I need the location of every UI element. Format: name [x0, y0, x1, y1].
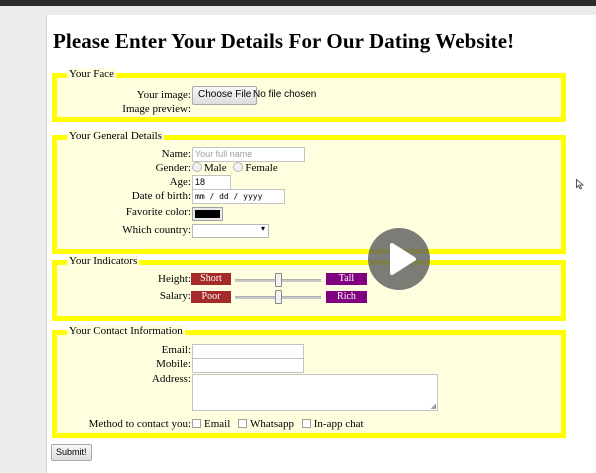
gender-female-label: Female — [245, 162, 278, 174]
address-textarea[interactable]: ◢ — [192, 374, 438, 411]
image-preview-label: Image preview: — [122, 103, 191, 115]
legend-general-details: Your General Details — [67, 130, 164, 143]
method-whatsapp-label: Whatsapp — [250, 418, 295, 430]
method-email-label: Email — [204, 418, 231, 430]
salary-slider-thumb[interactable] — [274, 290, 282, 304]
name-input[interactable]: Your full name — [192, 147, 305, 162]
country-label: Which country: — [122, 224, 191, 236]
height-slider-thumb[interactable] — [274, 273, 282, 287]
salary-label: Salary: — [159, 290, 191, 302]
favorite-color-picker[interactable] — [192, 207, 223, 221]
name-label: Name: — [161, 148, 191, 160]
name-placeholder: Your full name — [195, 149, 253, 159]
mobile-input[interactable] — [192, 358, 304, 373]
method-whatsapp-checkbox[interactable] — [238, 419, 248, 428]
gender-male-radio[interactable] — [192, 162, 202, 172]
favorite-color-swatch — [195, 210, 220, 218]
play-icon — [390, 243, 416, 275]
page-title: Please Enter Your Details For Our Dating… — [53, 29, 515, 53]
salary-poor-tag: Poor — [191, 291, 231, 303]
email-input[interactable] — [192, 344, 304, 359]
salary-rich-tag: Rich — [326, 291, 367, 303]
fieldset-your-face: Your Face Your image: Choose File No fil… — [52, 68, 566, 122]
choose-file-button[interactable]: Choose File — [192, 86, 258, 105]
contact-method-group: Email Whatsapp In-app chat — [192, 418, 364, 431]
page-content: Please Enter Your Details For Our Dating… — [46, 15, 596, 473]
email-label: Email: — [161, 344, 191, 356]
chevron-down-icon: ▾ — [260, 224, 265, 233]
method-email-checkbox[interactable] — [192, 419, 201, 428]
fieldset-contact-info: Your Contact Information Email: Mobile: … — [52, 325, 566, 438]
favorite-color-label: Favorite color: — [125, 206, 191, 218]
method-inapp-checkbox[interactable] — [301, 419, 311, 428]
height-tall-tag: Tall — [326, 273, 367, 285]
dob-input[interactable]: mm / dd / yyyy — [192, 189, 285, 204]
window-top-bar — [0, 0, 596, 6]
mouse-cursor-icon — [576, 179, 584, 190]
height-short-tag: Short — [191, 273, 231, 285]
fieldset-general-details: Your General Details Name: Your full nam… — [52, 130, 566, 254]
age-input[interactable]: 18 — [192, 175, 231, 190]
mobile-label: Mobile: — [156, 358, 191, 370]
image-label: Your image: — [136, 89, 191, 101]
play-button[interactable] — [368, 228, 430, 290]
age-label: Age: — [169, 176, 191, 188]
dob-label: Date of birth: — [131, 190, 191, 202]
method-inapp-label: In-app chat — [313, 418, 364, 430]
gender-label: Gender: — [155, 162, 191, 174]
country-select[interactable]: ▾ — [192, 224, 269, 238]
fieldset-indicators: Your Indicators Height: Short Tall Salar… — [52, 255, 566, 321]
legend-contact-info: Your Contact Information — [67, 325, 185, 338]
address-label: Address: — [151, 373, 191, 385]
submit-button[interactable]: Submit! — [51, 444, 92, 461]
gender-male-label: Male — [204, 162, 227, 174]
gender-radio-group: Male Female — [192, 162, 278, 175]
file-status-text: No file chosen — [253, 89, 317, 100]
resize-handle-icon[interactable]: ◢ — [431, 402, 436, 410]
legend-your-face: Your Face — [67, 68, 117, 81]
contact-method-label: Method to contact you: — [88, 418, 191, 430]
height-label: Height: — [158, 273, 191, 285]
legend-indicators: Your Indicators — [67, 255, 140, 268]
gender-female-radio[interactable] — [233, 162, 244, 172]
